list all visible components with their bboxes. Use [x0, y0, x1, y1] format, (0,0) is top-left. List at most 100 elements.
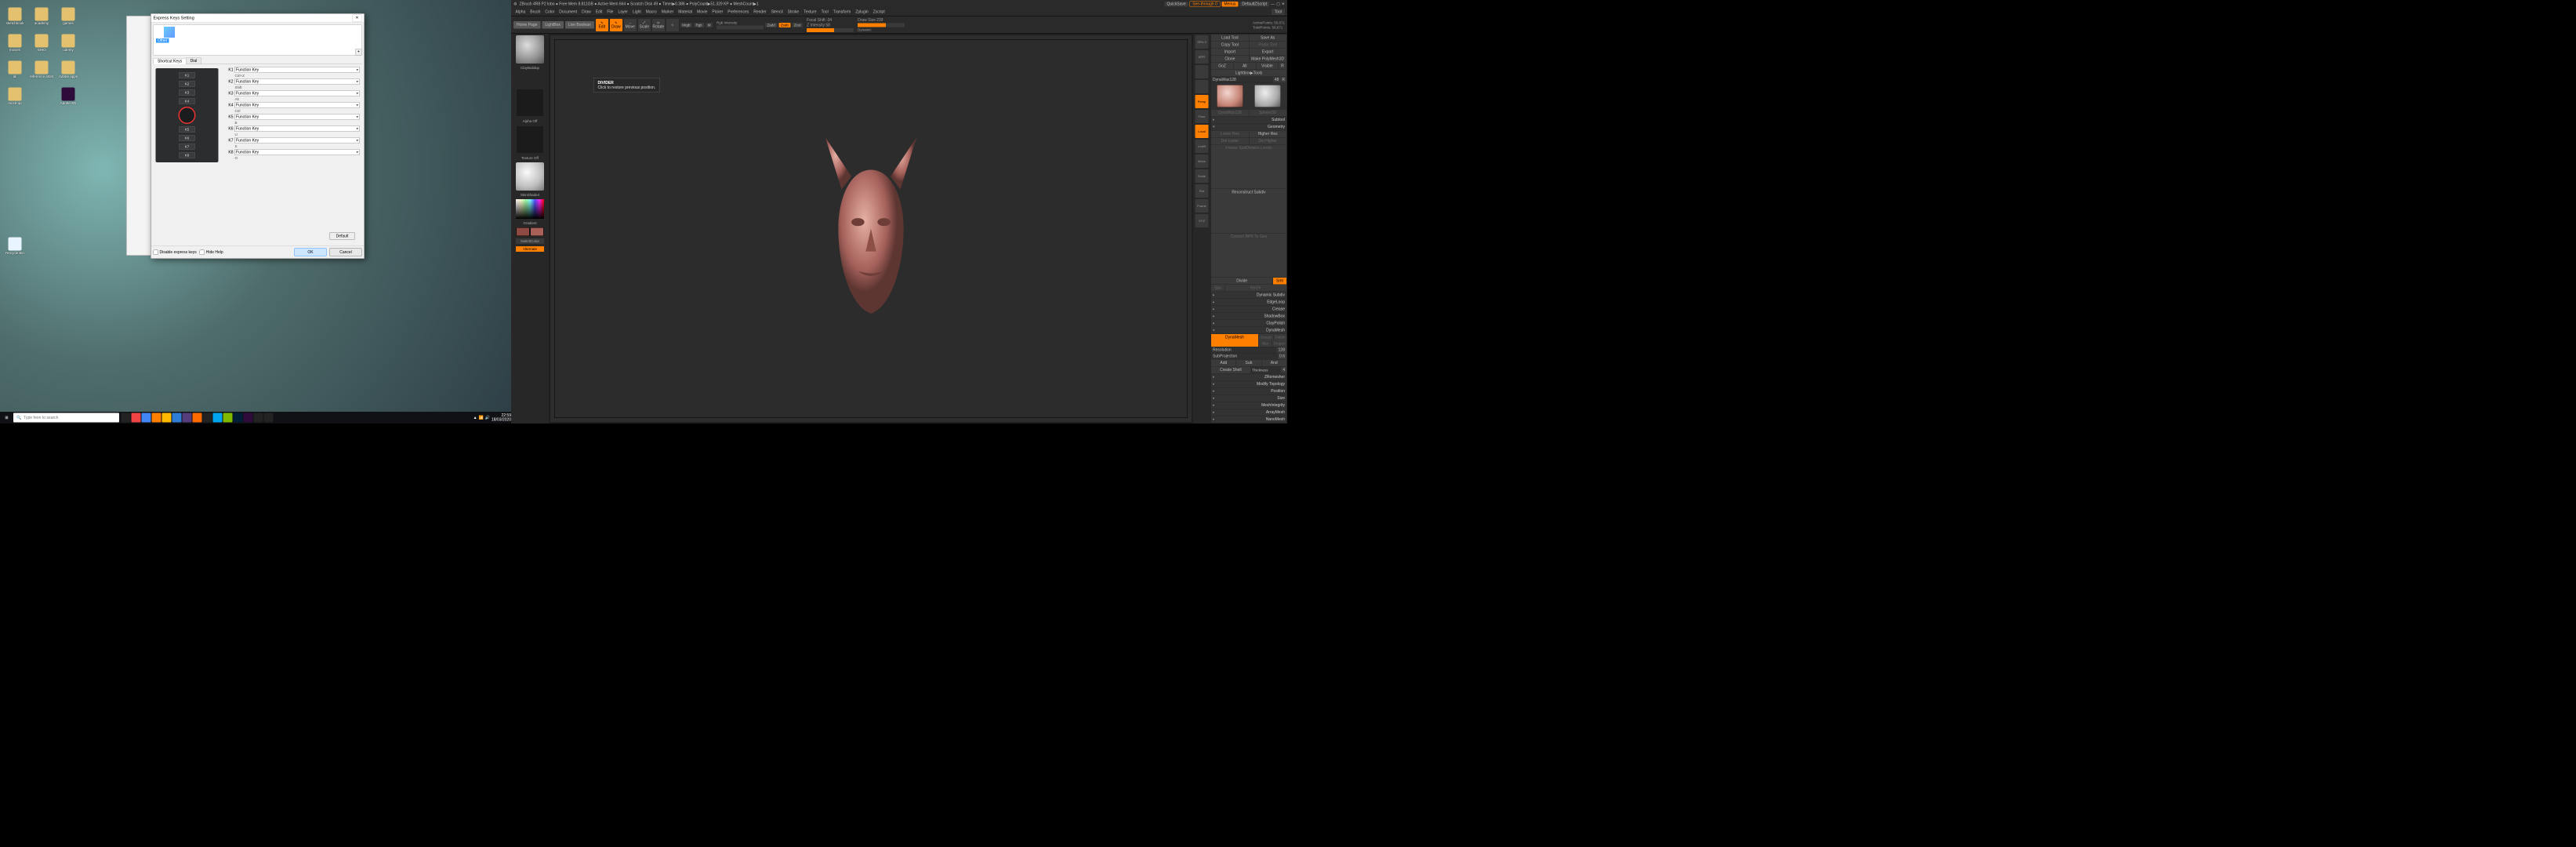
cancel-button[interactable]: Cancel [330, 249, 362, 256]
key-function-select[interactable]: Function Key [235, 137, 360, 144]
dm-add-button[interactable]: Add [1211, 360, 1236, 367]
thickness-slider[interactable]: Thickness4 [1250, 367, 1286, 374]
key-function-select[interactable]: Function Key [235, 114, 360, 120]
clone-button[interactable]: Clone [1211, 56, 1249, 63]
shadowbox-header[interactable]: ShadowBox [1211, 313, 1286, 320]
canvas-btn-local[interactable]: Local [1195, 125, 1209, 138]
texture-thumb[interactable] [516, 125, 544, 154]
k3-indicator[interactable]: K3 [179, 89, 195, 96]
taskbar-app[interactable] [234, 413, 243, 423]
dynamesh-button[interactable]: DynaMesh [1211, 334, 1258, 347]
taskbar-app[interactable] [193, 413, 202, 423]
modify-topology-header[interactable]: Modify Topology [1211, 381, 1286, 388]
dm-and-button[interactable]: And [1261, 360, 1286, 367]
key-function-select[interactable]: Function Key [235, 125, 360, 132]
menu-texture[interactable]: Texture [802, 9, 818, 16]
dynamic-subdiv-header[interactable]: Dynamic Subdiv [1211, 292, 1286, 299]
app-selector[interactable]: Other + [154, 25, 362, 56]
close-icon[interactable]: ✕ [353, 14, 362, 21]
make-polymesh-button[interactable]: Make PolyMesh3D [1249, 56, 1286, 63]
desktop-icon[interactable]: sketchbook [2, 2, 27, 25]
goz-all-button[interactable]: All [1234, 63, 1256, 70]
paste-tool-button[interactable]: Paste Tool [1249, 42, 1286, 49]
desktop-icon[interactable]: reference artist [29, 55, 54, 78]
menu-picker[interactable]: Picker [710, 9, 725, 16]
desktop-icon[interactable]: udemy [56, 28, 81, 52]
switch-color-button[interactable]: SwitchColor [516, 238, 544, 244]
tool-thumb[interactable] [1254, 85, 1281, 107]
z-intensity-slider[interactable] [807, 28, 854, 32]
canvas-btn-floor[interactable]: Floor [1195, 110, 1209, 123]
desktop-icon[interactable]: mock-up [2, 82, 27, 105]
desktop-icon[interactable]: IDHO [29, 28, 54, 52]
import-button[interactable]: Import [1211, 49, 1249, 56]
save-as-button[interactable]: Save As [1249, 35, 1286, 42]
subtool-header[interactable]: Subtool [1211, 117, 1286, 124]
close-icon[interactable]: ✕ [1282, 2, 1285, 6]
crease-header[interactable]: Crease [1211, 306, 1286, 313]
canvas-btn-persp[interactable]: Persp [1195, 95, 1209, 108]
resolution-slider[interactable]: Resolution128 [1211, 347, 1286, 354]
suv-toggle[interactable]: Suv [1211, 285, 1225, 292]
taskbar-app[interactable] [142, 413, 151, 423]
taskbar-app[interactable] [244, 413, 253, 423]
taskbar-app[interactable] [162, 413, 172, 423]
mrgb-button[interactable]: Mrgb [680, 23, 692, 27]
menu-stencil[interactable]: Stencil [769, 9, 785, 16]
position-header[interactable]: Position [1211, 388, 1286, 395]
gizmo-button[interactable]: ◇ [666, 19, 679, 31]
zsub-button[interactable]: Zsub [778, 23, 790, 27]
goz-visible-button[interactable]: Visible [1256, 63, 1278, 70]
nanomesh-header[interactable]: NanoMesh [1211, 416, 1286, 424]
desktop-icon[interactable]: ali [2, 55, 27, 78]
recycle-bin[interactable]: Recycle Bin [2, 231, 27, 255]
canvas-btn-frame[interactable]: Frame [1195, 199, 1209, 213]
higher-res-button[interactable]: Higher Res [1249, 131, 1286, 138]
taskbar-app[interactable] [152, 413, 161, 423]
key-function-select[interactable]: Function Key [235, 90, 360, 96]
menu-zscript[interactable]: Zscript [871, 9, 887, 16]
export-button[interactable]: Export [1249, 49, 1286, 56]
menu-macro[interactable]: Macro [644, 9, 659, 16]
ok-button[interactable]: OK [295, 249, 327, 256]
brush-thumb[interactable] [516, 35, 544, 64]
k7-indicator[interactable]: K7 [179, 144, 195, 150]
m-button[interactable]: M [706, 23, 713, 27]
tray-icon[interactable]: ▲ [473, 416, 477, 420]
network-icon[interactable]: 📶 [479, 416, 484, 420]
divide-button[interactable]: Divide [1211, 278, 1273, 285]
add-app-button[interactable]: + [356, 49, 362, 56]
canvas-btn-b2[interactable] [1195, 65, 1209, 78]
arraymesh-header[interactable]: ArrayMesh [1211, 409, 1286, 416]
hide-help-checkbox[interactable]: Hide Help [200, 249, 223, 255]
key-function-select[interactable]: Function Key [235, 78, 360, 85]
selected-app[interactable]: Other [156, 38, 169, 43]
draw-mode-button[interactable]: ✎Draw [610, 19, 622, 31]
k1-indicator[interactable]: K1 [179, 72, 195, 78]
key-function-select[interactable]: Function Key [235, 102, 360, 108]
create-shell-button[interactable]: Create Shell [1211, 367, 1250, 374]
menu-edit[interactable]: Edit [593, 9, 604, 16]
zbrush-canvas[interactable]: DIVIDER Click to restore previous positi… [550, 35, 1192, 422]
canvas-btn-xyz[interactable]: XYZ [1195, 214, 1209, 227]
dynamesh-header[interactable]: DynaMesh [1211, 327, 1286, 334]
color-picker[interactable] [516, 199, 544, 219]
scale-mode-button[interactable]: ⤢Scale [638, 19, 651, 31]
taskbar-search[interactable]: 🔍 Type here to search [13, 413, 119, 423]
lower-res-button[interactable]: Lower Res [1211, 131, 1249, 138]
desktop-icon[interactable]: games [56, 2, 81, 25]
see-through-slider[interactable]: See-through 0 [1190, 1, 1221, 7]
alternate-button[interactable]: Alternate [516, 246, 544, 252]
menu-movie[interactable]: Movie [695, 9, 709, 16]
desktop-icon[interactable]: academy [29, 2, 54, 25]
menu-marker[interactable]: Marker [659, 9, 676, 16]
canvas-btn-liveb[interactable]: LiveB [1195, 140, 1209, 153]
taskbar-app[interactable] [132, 413, 141, 423]
menu-stroke[interactable]: Stroke [785, 9, 800, 16]
zremesher-header[interactable]: ZRemesher [1211, 374, 1286, 381]
taskbar-app[interactable] [203, 413, 212, 423]
edit-mode-button[interactable]: ✎Edit [596, 19, 608, 31]
del-higher-button[interactable]: Del Higher [1249, 138, 1286, 145]
goz-button[interactable]: GoZ [1211, 63, 1233, 70]
draw-size-slider[interactable] [858, 24, 905, 27]
